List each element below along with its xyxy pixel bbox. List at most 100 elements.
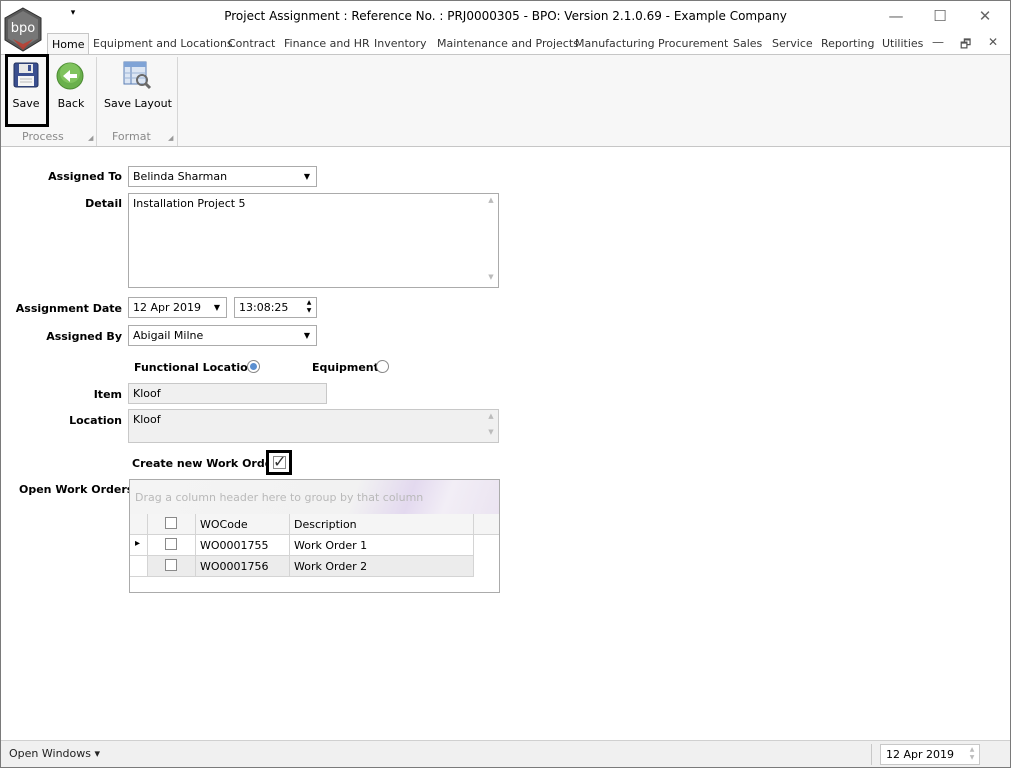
- spin-up-icon[interactable]: ▲: [307, 299, 312, 306]
- functional-location-label: Functional Location: [134, 361, 256, 374]
- select-all-cell[interactable]: [148, 514, 196, 535]
- mdi-restore-button[interactable]: 🗗: [960, 35, 971, 56]
- create-work-order-label: Create new Work Order: [132, 457, 278, 470]
- item-label: Item: [93, 388, 122, 401]
- status-date-spin[interactable]: ▲ ▼: [967, 746, 977, 763]
- assigned-to-dropdown[interactable]: Belinda Sharman ▼: [128, 166, 317, 187]
- row-select-cell[interactable]: [148, 556, 196, 577]
- svg-text:bpo: bpo: [11, 21, 36, 36]
- assignment-date-label: Assignment Date: [15, 302, 122, 315]
- detail-textarea[interactable]: Installation Project 5 ▲ ▼: [128, 193, 499, 288]
- tab-utilities[interactable]: Utilities: [882, 37, 923, 50]
- scroll-down-icon[interactable]: ▼: [484, 273, 498, 285]
- location-textarea: Kloof ▲ ▼: [128, 409, 499, 443]
- tab-maintenance-and-projects[interactable]: Maintenance and Projects: [437, 37, 579, 50]
- chevron-down-icon[interactable]: ▼: [210, 300, 224, 315]
- save-button-highlight: [5, 54, 49, 127]
- ribbon: Save Back Save Layout Process ◢ Format ◢: [0, 54, 1011, 147]
- tab-equipment-and-locations[interactable]: Equipment and Locations: [93, 37, 233, 50]
- tab-inventory[interactable]: Inventory: [374, 37, 427, 50]
- row-indicator-header: [130, 514, 148, 535]
- ribbon-group-separator: [96, 57, 97, 146]
- assigned-by-label: Assigned By: [46, 330, 122, 343]
- equipment-radio[interactable]: [376, 360, 389, 373]
- functional-location-radio[interactable]: [247, 360, 260, 373]
- mdi-minimize-button[interactable]: —: [932, 35, 944, 49]
- assigned-by-dropdown[interactable]: Abigail Milne ▼: [128, 325, 317, 346]
- status-date-value: 12 Apr 2019: [886, 748, 955, 761]
- ribbon-tab-row: Home Equipment and Locations Contract Fi…: [0, 33, 1011, 56]
- tab-service[interactable]: Service: [772, 37, 813, 50]
- table-cell-wocode[interactable]: WO0001756: [196, 556, 290, 577]
- assigned-by-value: Abigail Milne: [133, 329, 204, 342]
- tab-contract[interactable]: Contract: [228, 37, 275, 50]
- window-maximize-button[interactable]: ☐: [926, 6, 954, 26]
- save-layout-button[interactable]: Save Layout: [104, 57, 172, 117]
- assignment-time-spinner[interactable]: 13:08:25 ▲ ▼: [234, 297, 317, 318]
- group-by-panel[interactable]: Drag a column header here to group by th…: [130, 480, 499, 514]
- chevron-down-icon[interactable]: ▼: [300, 169, 314, 184]
- tab-reporting[interactable]: Reporting: [821, 37, 874, 50]
- back-arrow-icon: [56, 62, 84, 90]
- table-cell-wocode[interactable]: WO0001755: [196, 535, 290, 556]
- scroll-up-icon[interactable]: ▲: [484, 196, 498, 208]
- item-value: Kloof: [133, 387, 161, 400]
- row-select-cell[interactable]: [148, 535, 196, 556]
- table-cell-description[interactable]: Work Order 2: [290, 556, 474, 577]
- row-select-checkbox[interactable]: [165, 559, 177, 571]
- group-by-hint: Drag a column header here to group by th…: [135, 491, 424, 504]
- location-label: Location: [69, 414, 122, 427]
- checkmark-icon: ✓: [273, 452, 287, 471]
- chevron-down-icon[interactable]: ▼: [300, 328, 314, 343]
- location-scrollbar[interactable]: ▲ ▼: [484, 410, 498, 442]
- assignment-date-picker[interactable]: 12 Apr 2019 ▼: [128, 297, 227, 318]
- process-group-launcher-icon[interactable]: ◢: [88, 134, 94, 142]
- window-minimize-button[interactable]: —: [882, 6, 910, 26]
- header-filler: [474, 514, 499, 535]
- open-windows-button[interactable]: Open Windows ▾: [9, 747, 100, 760]
- column-header-wocode[interactable]: WOCode: [196, 514, 290, 535]
- tab-finance-and-hr[interactable]: Finance and HR: [284, 37, 370, 50]
- spin-down-icon[interactable]: ▼: [970, 754, 975, 761]
- mdi-close-button[interactable]: ✕: [988, 35, 998, 49]
- open-work-orders-label: Open Work Orders: [19, 483, 134, 496]
- bpo-logo[interactable]: bpo: [3, 7, 43, 53]
- select-all-checkbox[interactable]: [165, 517, 177, 529]
- back-label: Back: [57, 97, 85, 110]
- detail-label: Detail: [85, 197, 122, 210]
- back-button[interactable]: Back: [53, 57, 89, 117]
- save-layout-label: Save Layout: [104, 97, 172, 110]
- ribbon-group-separator: [177, 57, 178, 146]
- detail-scrollbar[interactable]: ▲ ▼: [484, 194, 498, 287]
- assignment-time-value: 13:08:25: [239, 301, 289, 314]
- scroll-down-icon[interactable]: ▼: [484, 428, 498, 440]
- time-spin-buttons[interactable]: ▲ ▼: [304, 299, 314, 316]
- spin-up-icon[interactable]: ▲: [970, 746, 975, 753]
- row-select-checkbox[interactable]: [165, 538, 177, 550]
- status-bar: Open Windows ▾ 12 Apr 2019 ▲ ▼: [0, 740, 1011, 768]
- spin-down-icon[interactable]: ▼: [307, 307, 312, 314]
- tab-procurement[interactable]: Procurement: [658, 37, 728, 50]
- window-close-button[interactable]: ✕: [971, 6, 999, 26]
- format-group-launcher-icon[interactable]: ◢: [168, 134, 174, 142]
- create-work-order-checkbox-highlight: ✓: [266, 450, 292, 475]
- column-header-description[interactable]: Description: [290, 514, 474, 535]
- equipment-label: Equipment: [312, 361, 379, 374]
- group-label-format: Format: [112, 130, 151, 143]
- title-bar: ▾ Project Assignment : Reference No. : P…: [0, 0, 1011, 33]
- row-indicator-icon: ▸: [130, 535, 148, 556]
- detail-value: Installation Project 5: [133, 197, 246, 210]
- tab-sales[interactable]: Sales: [733, 37, 762, 50]
- open-work-orders-grid: Drag a column header here to group by th…: [129, 479, 500, 593]
- item-field: Kloof: [128, 383, 327, 404]
- window-title: Project Assignment : Reference No. : PRJ…: [224, 9, 787, 23]
- scroll-up-icon[interactable]: ▲: [484, 412, 498, 424]
- tab-manufacturing[interactable]: Manufacturing: [575, 37, 655, 50]
- location-value: Kloof: [133, 413, 161, 426]
- tab-home[interactable]: Home: [47, 33, 90, 55]
- group-label-process: Process: [22, 130, 64, 143]
- table-cell-description[interactable]: Work Order 1: [290, 535, 474, 556]
- row-indicator-cell: [130, 556, 148, 577]
- status-divider: [871, 744, 872, 765]
- status-date-field[interactable]: 12 Apr 2019 ▲ ▼: [880, 744, 980, 765]
